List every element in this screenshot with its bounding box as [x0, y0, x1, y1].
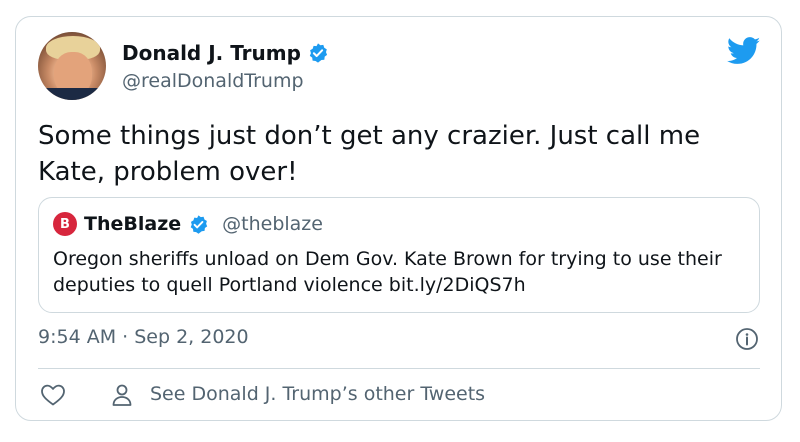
heart-icon[interactable] — [40, 383, 66, 407]
twitter-bird-icon[interactable] — [727, 37, 761, 65]
embedded-tweet-card[interactable]: Donald J. Trump @realDonaldTrump Some th… — [15, 16, 782, 421]
tweet-text: Some things just don’t get any crazier. … — [38, 121, 701, 187]
theblaze-logo-icon: B — [53, 212, 77, 236]
footer-divider — [38, 368, 760, 369]
quoted-handle: @theblaze — [222, 213, 323, 235]
quoted-display-name: TheBlaze — [84, 213, 182, 235]
quoted-tweet-text: Oregon sheriffs unload on Dem Gov. Kate … — [53, 248, 722, 296]
quoted-tweet-header: B TheBlaze @theblaze — [53, 212, 323, 236]
avatar-suit — [38, 88, 106, 100]
author-avatar[interactable] — [38, 32, 106, 100]
tweet-timestamp[interactable]: 9:54 AM · Sep 2, 2020 — [38, 326, 249, 348]
verified-badge-icon — [307, 42, 329, 64]
info-icon[interactable] — [735, 327, 759, 351]
verified-badge-icon — [188, 214, 209, 235]
see-other-tweets-link[interactable]: See Donald J. Trump’s other Tweets — [150, 383, 485, 405]
author-handle[interactable]: @realDonaldTrump — [122, 70, 304, 92]
author-name-row[interactable]: Donald J. Trump — [122, 41, 329, 65]
author-display-name[interactable]: Donald J. Trump — [122, 41, 301, 65]
quoted-tweet[interactable]: B TheBlaze @theblaze Oregon sheriffs unl… — [38, 197, 760, 313]
user-icon[interactable] — [111, 383, 133, 407]
